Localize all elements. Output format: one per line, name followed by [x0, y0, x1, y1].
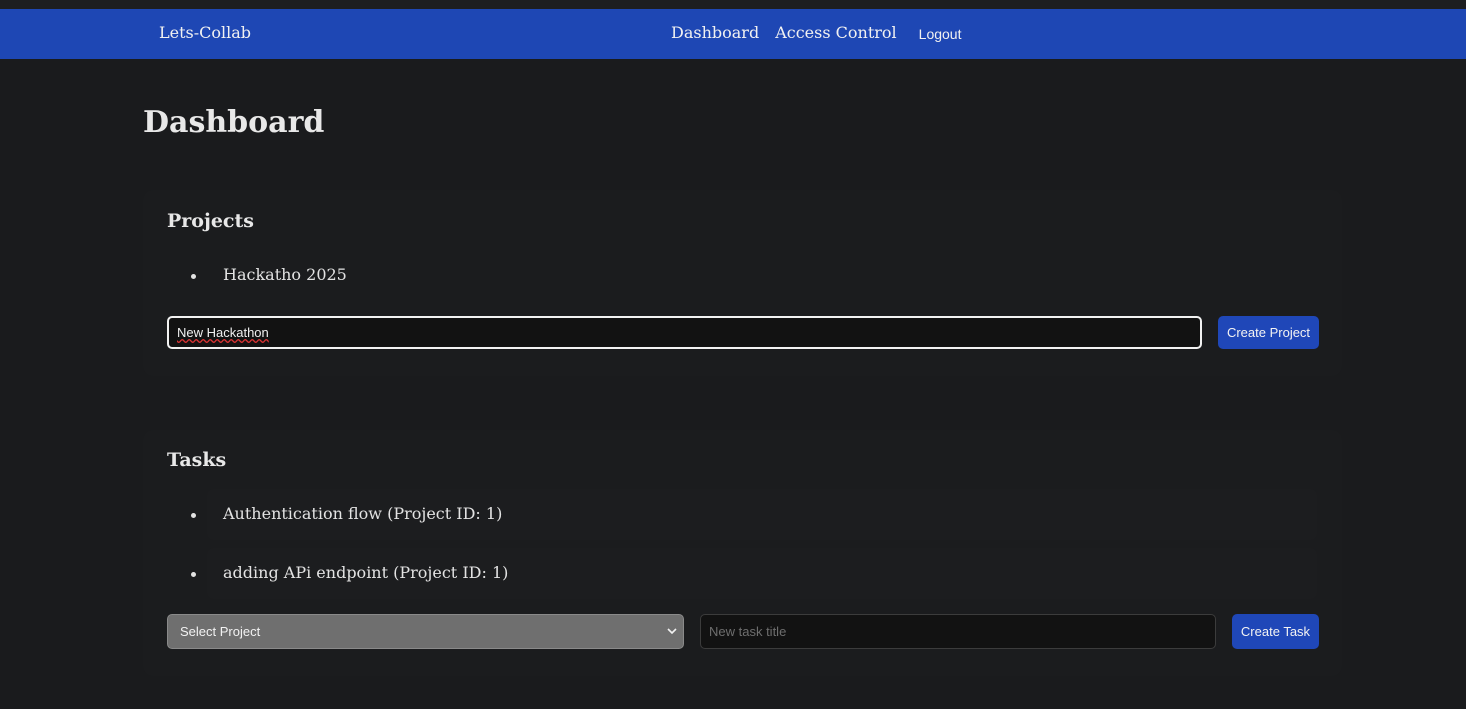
task-title: Authentication flow (Project ID: 1): [223, 504, 503, 523]
task-title: adding APi endpoint (Project ID: 1): [223, 563, 509, 582]
nav-links: Dashboard Access Control Logout: [671, 23, 961, 42]
nav-link-dashboard[interactable]: Dashboard: [671, 23, 759, 42]
projects-heading: Projects: [167, 210, 254, 232]
tasks-heading: Tasks: [167, 449, 227, 471]
navbar: Lets-Collab Dashboard Access Control Log…: [0, 9, 1466, 59]
new-task-placeholder: New task title: [709, 624, 787, 639]
tasks-list: Authentication flow (Project ID: 1) addi…: [191, 489, 1317, 622]
projects-card: Projects Hackatho 2025 New Hackathon Cre…: [143, 190, 1342, 376]
new-task-input[interactable]: New task title: [700, 614, 1216, 649]
brand-logo[interactable]: Lets-Collab: [159, 23, 251, 42]
logout-button[interactable]: Logout: [919, 26, 962, 42]
page-title: Dashboard: [143, 105, 325, 140]
create-project-button[interactable]: Create Project: [1218, 316, 1319, 349]
new-project-input-value: New Hackathon: [177, 325, 269, 340]
create-task-button[interactable]: Create Task: [1232, 614, 1319, 649]
project-select[interactable]: Select Project: [167, 614, 684, 649]
chevron-down-icon: [667, 628, 677, 635]
new-project-input[interactable]: New Hackathon: [167, 316, 1202, 349]
project-select-value: Select Project: [180, 624, 261, 639]
project-name: Hackatho 2025: [223, 265, 347, 284]
tasks-card: Tasks Authentication flow (Project ID: 1…: [143, 430, 1342, 676]
nav-link-access-control[interactable]: Access Control: [775, 23, 896, 42]
window-top-strip: [0, 0, 1466, 9]
